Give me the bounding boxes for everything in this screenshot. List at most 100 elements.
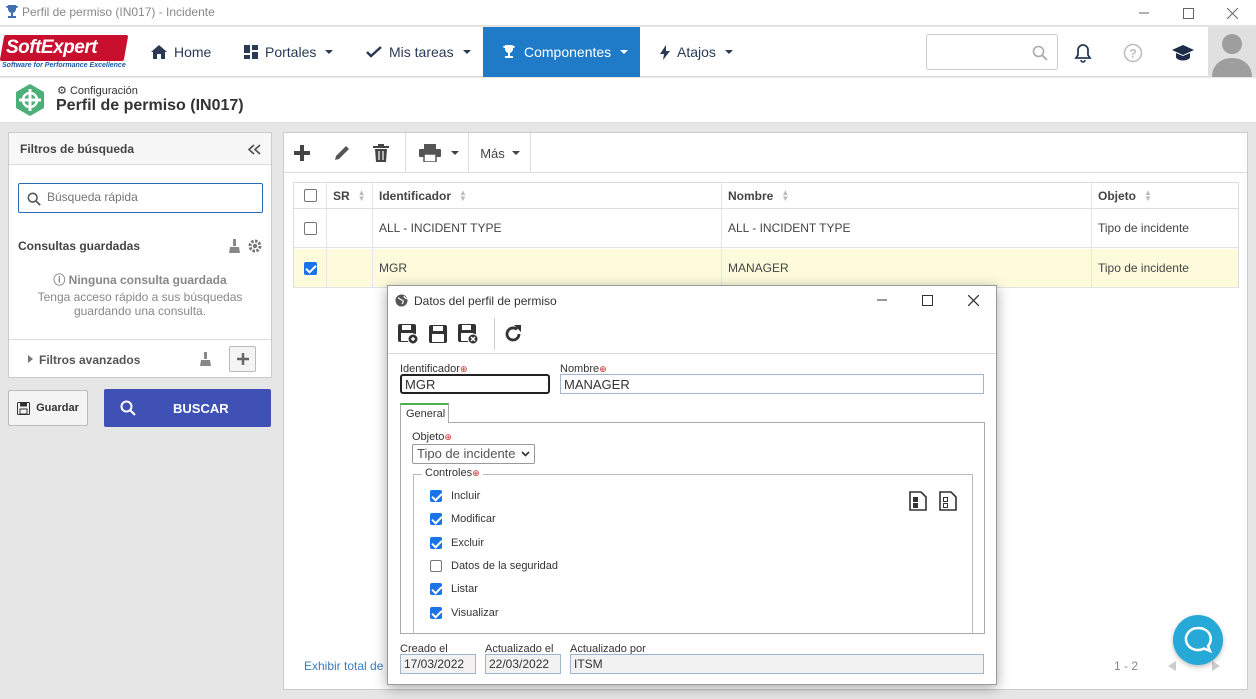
save-new-button[interactable] — [396, 314, 420, 354]
search-button[interactable]: BUSCAR — [104, 389, 271, 427]
save-query-label: Guardar — [36, 402, 79, 414]
search-icon — [120, 400, 136, 416]
maximize-icon — [1182, 7, 1194, 19]
more-button[interactable]: Más — [472, 133, 528, 173]
minimize-icon — [877, 299, 887, 301]
cell-objeto: Tipo de incidente — [1098, 221, 1189, 235]
row-checkbox[interactable] — [303, 261, 317, 275]
pencil-icon — [335, 146, 349, 160]
controls-group: Controles⊕ Incluir Modificar Excluir Dat… — [413, 467, 973, 634]
control-checkbox[interactable] — [430, 583, 442, 595]
quick-search-field[interactable] — [47, 190, 247, 204]
nav-portales[interactable]: Portales — [234, 27, 343, 77]
name-field[interactable] — [560, 374, 984, 394]
close-icon — [1226, 7, 1238, 19]
refresh-button[interactable] — [500, 314, 526, 354]
control-checkbox[interactable] — [430, 607, 442, 619]
control-visualizar[interactable]: Visualizar — [430, 607, 499, 619]
broom-icon[interactable] — [200, 352, 211, 366]
dialog-title: Datos del perfil de permiso — [414, 294, 557, 308]
add-filter-button[interactable] — [229, 346, 256, 372]
chat-button[interactable] — [1173, 615, 1223, 665]
broom-icon[interactable] — [229, 239, 240, 253]
gear-icon: ⚙ — [57, 85, 67, 97]
show-total-link[interactable]: Exhibir total de — [304, 659, 383, 673]
breadcrumb[interactable]: ⚙ Configuración — [57, 84, 138, 97]
nav-home[interactable]: Home — [141, 27, 221, 77]
control-listar[interactable]: Listar — [430, 583, 478, 595]
control-datos-seguridad[interactable]: Datos de la seguridad — [430, 560, 558, 572]
page-title: Perfil de permiso (IN017) — [56, 97, 244, 114]
column-sr-label: SR — [333, 188, 350, 203]
nav-atajos[interactable]: Atajos — [650, 27, 743, 77]
column-nombre[interactable]: Nombre ▲ ▼ — [722, 183, 1092, 208]
chevron-down-icon — [521, 451, 530, 457]
table-row[interactable]: MGR MANAGER Tipo de incidente — [294, 249, 1238, 288]
trophy-icon — [6, 5, 18, 18]
control-checkbox[interactable] — [430, 490, 442, 502]
column-sr[interactable]: SR ▲ ▼ — [327, 183, 373, 208]
user-avatar[interactable] — [1208, 27, 1256, 77]
lightning-icon — [660, 44, 670, 60]
required-icon: ⊕ — [444, 432, 452, 442]
delete-button[interactable] — [367, 133, 395, 173]
minimize-button[interactable] — [1122, 0, 1166, 26]
controls-label-text: Controles — [425, 467, 473, 479]
dialog-close-button[interactable] — [951, 286, 995, 314]
prev-page-icon[interactable] — [1168, 661, 1176, 671]
sort-icon: ▲ ▼ — [781, 187, 790, 203]
updated-by-field — [570, 654, 984, 674]
control-checkbox[interactable] — [430, 537, 442, 549]
plus-icon — [294, 145, 310, 161]
dialog-maximize-button[interactable] — [905, 286, 949, 314]
notifications-button[interactable] — [1070, 40, 1096, 66]
dialog-minimize-button[interactable] — [860, 286, 904, 314]
control-checkbox[interactable] — [430, 513, 442, 525]
save-close-button[interactable] — [456, 314, 480, 354]
close-window-button[interactable] — [1210, 0, 1254, 26]
add-button[interactable] — [288, 133, 316, 173]
softexpert-logo[interactable]: SoftExpert Software for Performance Exce… — [0, 35, 129, 71]
maximize-button[interactable] — [1166, 0, 1210, 26]
cell-nombre: ALL - INCIDENT TYPE — [722, 209, 1092, 247]
global-search-input[interactable] — [926, 34, 1058, 70]
row-checkbox[interactable] — [303, 221, 317, 235]
window-title: Perfil de permiso (IN017) - Incidente — [22, 5, 215, 19]
gear-icon[interactable] — [247, 238, 263, 254]
table-row[interactable]: ALL - INCIDENT TYPE ALL - INCIDENT TYPE … — [294, 209, 1238, 248]
dialog-titlebar[interactable]: Datos del perfil de permiso — [388, 286, 996, 314]
more-label: Más — [480, 145, 505, 161]
quick-search-input[interactable] — [18, 183, 263, 213]
save-query-button[interactable]: Guardar — [8, 390, 88, 426]
object-select[interactable]: Tipo de incidente — [412, 444, 535, 464]
select-all-checkbox[interactable] — [303, 189, 317, 202]
check-all-icon[interactable] — [909, 491, 927, 511]
column-identificador[interactable]: Identificador ▲ ▼ — [373, 183, 722, 208]
edit-button[interactable] — [328, 133, 356, 173]
uncheck-all-icon[interactable] — [939, 491, 957, 511]
print-button[interactable] — [414, 133, 464, 173]
nav-componentes[interactable]: Componentes — [483, 27, 640, 77]
control-checkbox[interactable] — [430, 560, 442, 572]
column-objeto[interactable]: Objeto ▲ ▼ — [1092, 183, 1238, 208]
help-button[interactable]: ? — [1120, 40, 1146, 66]
save-button[interactable] — [426, 314, 450, 354]
refresh-icon — [505, 325, 521, 342]
tab-general[interactable]: General — [400, 403, 449, 423]
chevron-down-icon — [451, 151, 459, 155]
collapse-double-chevron-icon[interactable] — [248, 144, 261, 155]
control-excluir[interactable]: Excluir — [430, 537, 484, 549]
nav-componentes-label: Componentes — [524, 44, 612, 60]
check-icon — [366, 46, 382, 58]
control-modificar[interactable]: Modificar — [430, 513, 496, 525]
advanced-filters[interactable]: Filtros avanzados — [9, 339, 271, 377]
next-page-icon[interactable] — [1212, 661, 1220, 671]
control-incluir[interactable]: Incluir — [430, 490, 480, 502]
row-select-cell — [294, 209, 327, 247]
learning-button[interactable] — [1170, 40, 1196, 66]
trophy-icon — [503, 45, 515, 58]
no-saved-query: ⓘ Ninguna consulta guardada — [9, 271, 271, 288]
minimize-icon — [1139, 12, 1149, 14]
identifier-field[interactable] — [400, 374, 550, 394]
nav-mis-tareas[interactable]: Mis tareas — [356, 27, 481, 77]
